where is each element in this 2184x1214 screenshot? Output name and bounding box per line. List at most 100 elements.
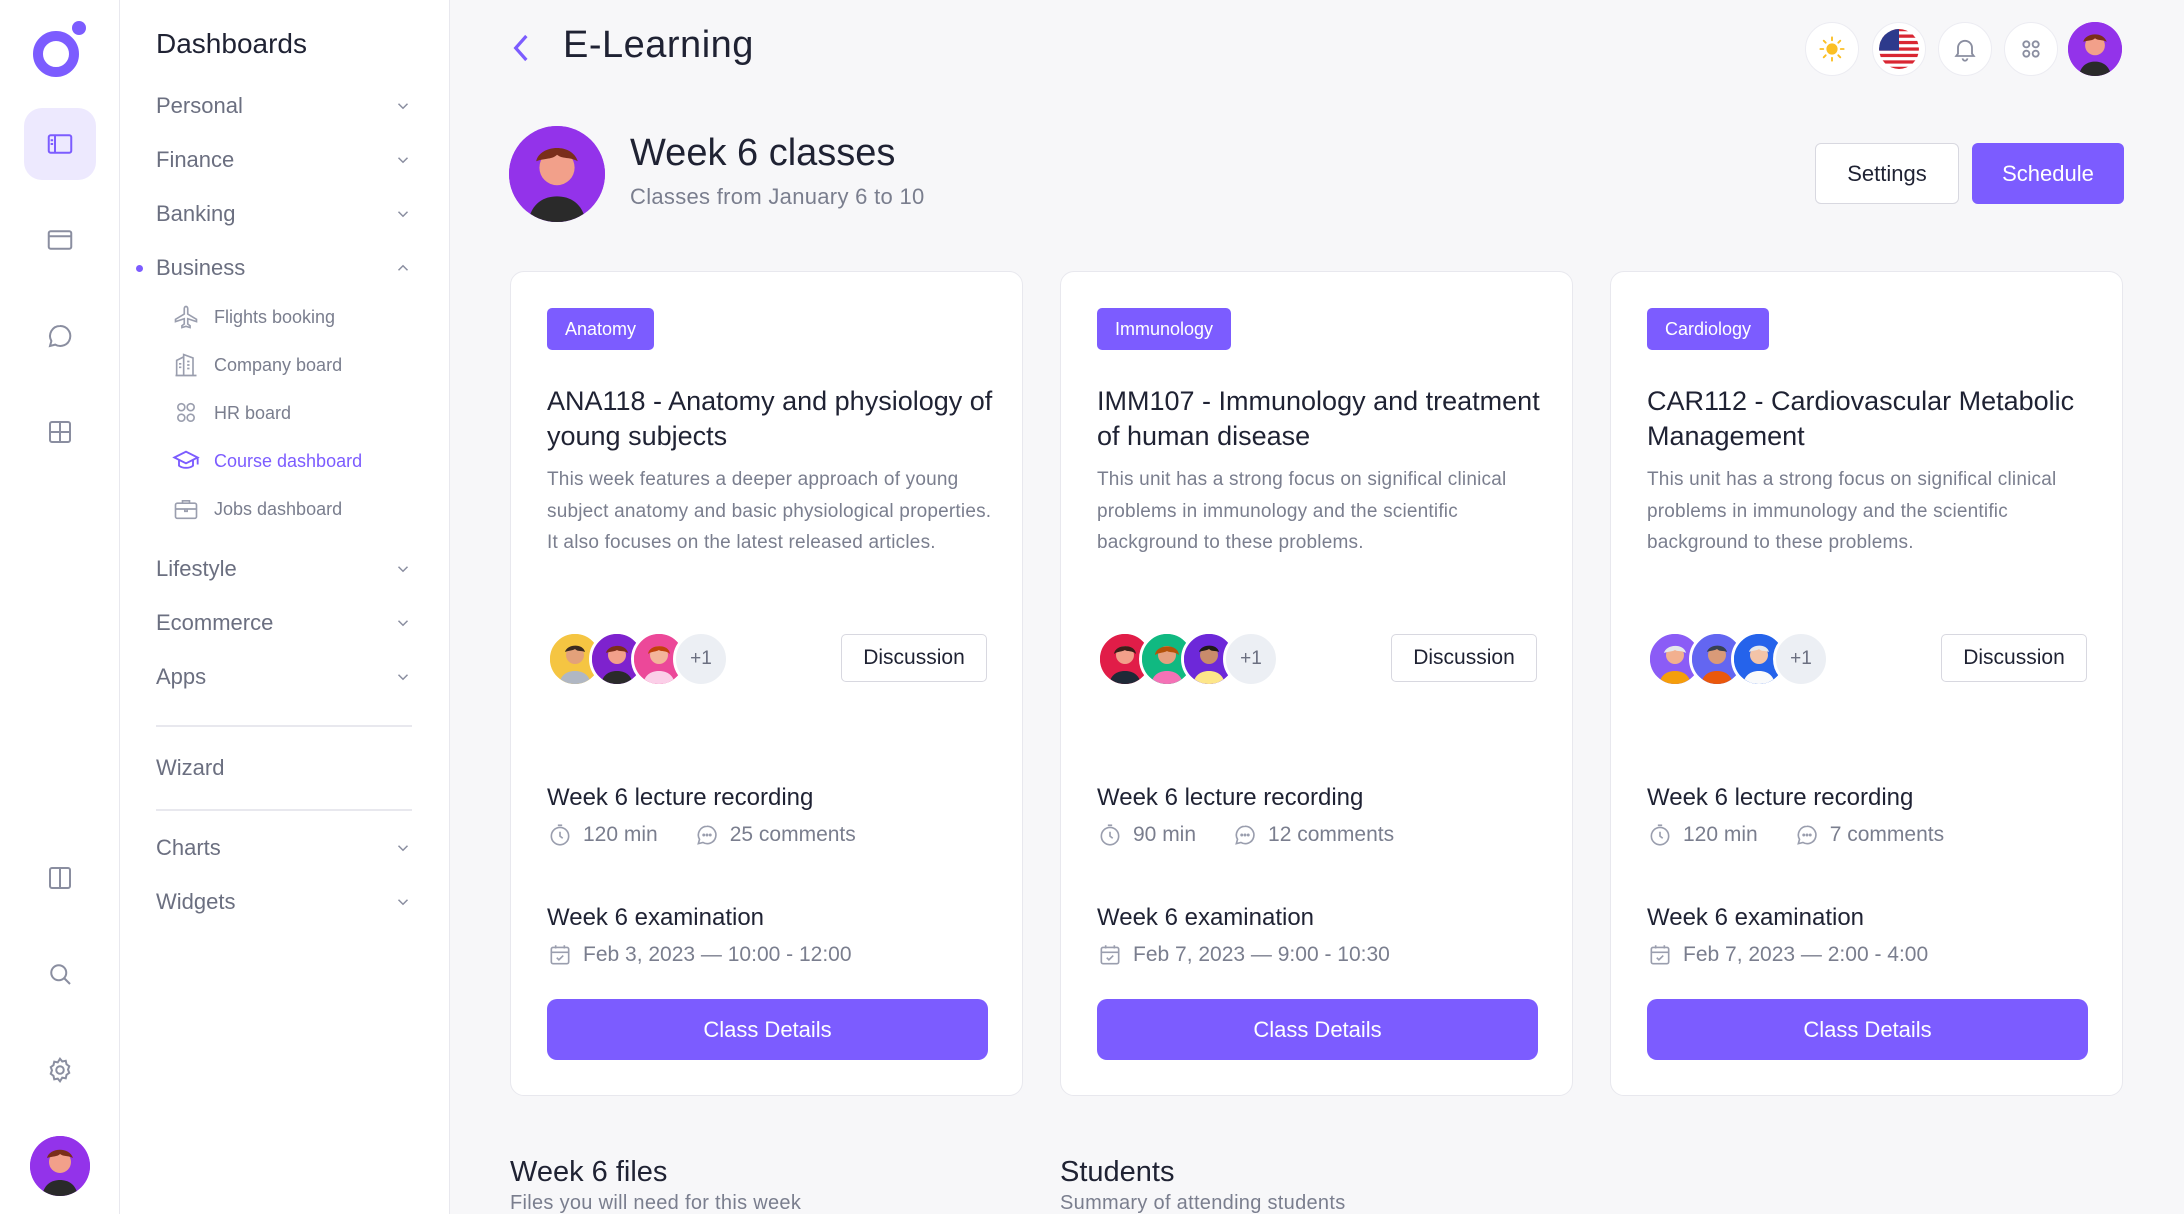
nav-group-charts[interactable]: Charts (156, 830, 412, 866)
category-tag[interactable]: Immunology (1097, 308, 1232, 350)
calendar-icon (1650, 945, 1670, 965)
user-avatar[interactable] (30, 1136, 90, 1196)
header-user-avatar[interactable] (2068, 22, 2122, 76)
nav-divider (156, 809, 412, 811)
extra-attendees-badge[interactable]: +1 (1223, 631, 1279, 687)
duration-text: 120 min (1683, 823, 1758, 846)
chevron-down-icon (397, 211, 409, 218)
class-details-button[interactable]: Class Details (547, 999, 988, 1060)
nav-item-course-dashboard[interactable]: Course dashboard (172, 444, 362, 478)
exam-title: Week 6 examination (1097, 904, 1315, 931)
app-logo[interactable] (28, 18, 92, 82)
sidebar-layout-icon (47, 134, 73, 154)
nav-item-hr-board[interactable]: HR board (172, 396, 291, 430)
notifications-button[interactable] (1938, 22, 1992, 76)
settings-button[interactable]: Settings (1815, 143, 1959, 204)
nav-group-ecommerce[interactable]: Ecommerce (156, 605, 412, 641)
recording-title[interactable]: Week 6 lecture recording (547, 784, 813, 812)
nav-group-widgets[interactable]: Widgets (156, 884, 412, 920)
class-description: This unit has a strong focus on signific… (1647, 469, 2057, 553)
stopwatch-icon (550, 824, 570, 846)
chevron-down-icon (397, 566, 409, 573)
nav-item-label: Course dashboard (214, 450, 363, 471)
rail-messages-button[interactable] (24, 300, 96, 372)
rail-dashboards-button[interactable] (24, 108, 96, 180)
exam-date-text: Feb 7, 2023 — 9:00 - 10:30 (1133, 943, 1390, 966)
apps-button[interactable] (2004, 22, 2058, 76)
nav-group-finance[interactable]: Finance (156, 142, 412, 178)
nav-panel: Dashboards Personal Finance Banking Busi… (120, 0, 450, 1214)
class-details-button[interactable]: Class Details (1647, 999, 2088, 1060)
students-section-subtitle: Summary of attending students (1060, 1192, 1346, 1214)
bell-icon (1954, 39, 1976, 62)
rail-panel-button[interactable] (24, 842, 96, 914)
rail-layouts-button[interactable] (24, 204, 96, 276)
nav-item-wizard[interactable]: Wizard (156, 750, 412, 786)
columns-icon (49, 867, 71, 889)
nav-item-jobs-dashboard[interactable]: Jobs dashboard (172, 492, 342, 526)
nav-group-banking[interactable]: Banking (156, 196, 412, 232)
chevron-down-icon (397, 620, 409, 627)
rail-search-button[interactable] (24, 938, 96, 1010)
week-title: Week 6 classes (630, 132, 896, 174)
gear-icon (49, 1057, 71, 1083)
rail-settings-button[interactable] (24, 1034, 96, 1106)
class-card-cardiology: Cardiology CAR112 - Cardiovascular Metab… (1610, 271, 2123, 1096)
back-arrow-icon[interactable] (505, 28, 537, 68)
recording-title[interactable]: Week 6 lecture recording (1647, 784, 1913, 812)
nav-group-label: Charts (156, 835, 221, 860)
extra-attendees-badge[interactable]: +1 (673, 631, 729, 687)
class-title: CAR112 - Cardiovascular Metabolic Manage… (1647, 386, 2075, 451)
nav-item-company-board[interactable]: Company board (172, 348, 342, 382)
class-card-immunology: Immunology IMM107 - Immunology and treat… (1060, 271, 1573, 1096)
nav-group-label: Widgets (156, 889, 236, 914)
language-button[interactable] (1872, 22, 1926, 76)
class-details-button[interactable]: Class Details (1097, 999, 1538, 1060)
chevron-down-icon (397, 845, 409, 852)
active-group-dot (136, 265, 143, 272)
nav-group-lifestyle[interactable]: Lifestyle (156, 551, 412, 587)
nav-group-apps[interactable]: Apps (156, 659, 412, 695)
class-title: IMM107 - Immunology and treatment of hum… (1097, 386, 1540, 451)
discussion-button[interactable]: Discussion (1941, 634, 2087, 682)
class-description: This unit has a strong focus on signific… (1097, 469, 1507, 553)
nav-group-business[interactable]: Business (156, 250, 412, 286)
exam-meta: Feb 7, 2023 — 9:00 - 10:30 (1097, 942, 1390, 968)
comments-text[interactable]: 7 comments (1830, 823, 1944, 847)
briefcase-icon (174, 500, 198, 520)
category-tag[interactable]: Anatomy (547, 308, 655, 350)
schedule-button[interactable]: Schedule (1972, 143, 2124, 204)
nav-group-label: Personal (156, 93, 243, 118)
recording-title[interactable]: Week 6 lecture recording (1097, 784, 1363, 812)
comments-text[interactable]: 25 comments (730, 823, 856, 847)
discussion-button[interactable]: Discussion (841, 634, 987, 682)
files-section-subtitle: Files you will need for this week (510, 1192, 802, 1214)
page-title: E-Learning (563, 24, 754, 66)
discussion-button[interactable]: Discussion (1391, 634, 1537, 682)
category-tag[interactable]: Cardiology (1647, 308, 1770, 350)
nav-group-label: Lifestyle (156, 556, 237, 581)
stopwatch-icon (1650, 824, 1670, 846)
us-flag-icon (1879, 29, 1919, 69)
calendar-icon (1100, 945, 1120, 965)
recording-meta: 120 min 25 comments (547, 822, 856, 848)
building-icon (175, 353, 197, 377)
extra-attendees-badge[interactable]: +1 (1773, 631, 1829, 687)
theme-toggle-button[interactable] (1805, 22, 1859, 76)
nav-item-label: Jobs dashboard (214, 498, 343, 519)
rail-components-button[interactable] (24, 396, 96, 468)
nav-group-label: Ecommerce (156, 610, 274, 635)
class-card-anatomy: Anatomy ANA118 - Anatomy and physiology … (510, 271, 1023, 1096)
nav-divider (156, 725, 412, 727)
exam-meta: Feb 7, 2023 — 2:00 - 4:00 (1647, 942, 1928, 968)
nav-item-flights-booking[interactable]: Flights booking (172, 300, 335, 334)
files-section-title: Week 6 files (510, 1156, 668, 1188)
class-description: This week features a deeper approach of … (547, 469, 992, 553)
apps-grid-icon (2022, 40, 2040, 58)
chevron-down-icon (397, 674, 409, 681)
duration-text: 120 min (583, 823, 658, 846)
nav-group-label: Finance (156, 147, 235, 172)
nav-item-label: Wizard (156, 755, 225, 780)
comments-text[interactable]: 12 comments (1268, 823, 1394, 847)
nav-group-personal[interactable]: Personal (156, 88, 412, 124)
